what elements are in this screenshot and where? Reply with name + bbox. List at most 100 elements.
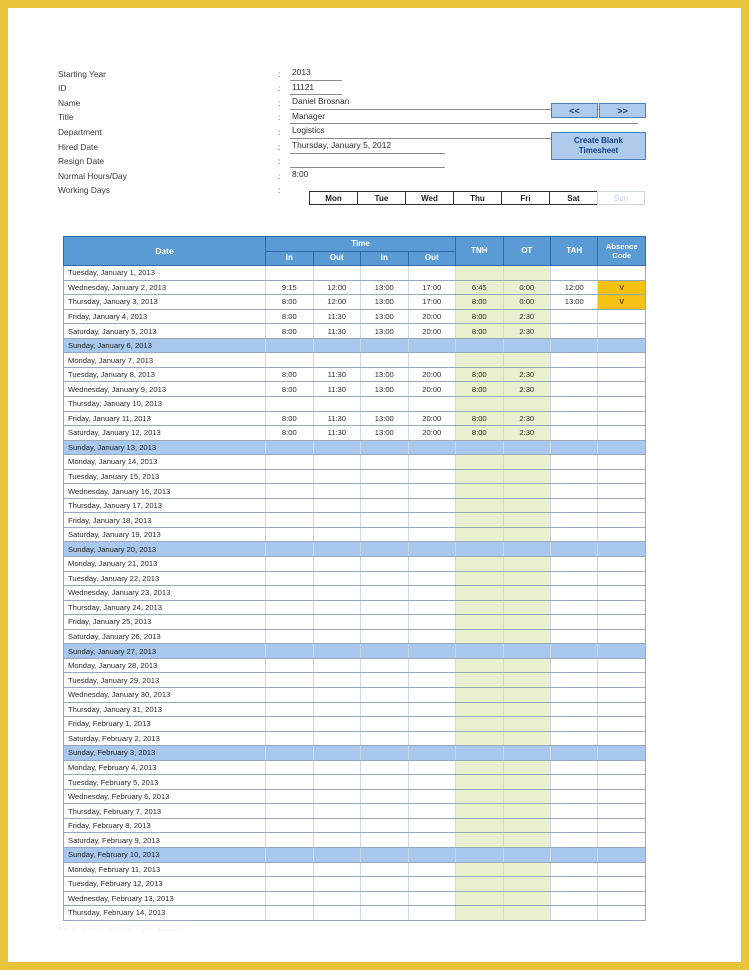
cell-in1[interactable] <box>265 512 314 528</box>
cell-abs[interactable] <box>597 774 646 790</box>
cell-in1[interactable] <box>265 396 314 412</box>
cell-tnh[interactable] <box>455 483 504 499</box>
cell-in2[interactable]: 13:00 <box>360 323 409 339</box>
cell-tah[interactable] <box>550 411 599 427</box>
cell-ot[interactable]: 2:30 <box>503 309 552 325</box>
cell-out1[interactable]: 11:30 <box>313 425 362 441</box>
cell-tnh[interactable] <box>455 512 504 528</box>
cell-ot[interactable] <box>503 571 552 587</box>
cell-out2[interactable] <box>408 352 457 368</box>
cell-ot[interactable] <box>503 891 552 907</box>
cell-in1[interactable] <box>265 803 314 819</box>
cell-ot[interactable] <box>503 585 552 601</box>
cell-in2[interactable] <box>360 541 409 558</box>
cell-abs[interactable] <box>597 818 646 834</box>
cell-abs[interactable] <box>597 600 646 616</box>
cell-tnh[interactable] <box>455 600 504 616</box>
cell-out1[interactable] <box>313 454 362 470</box>
cell-ot[interactable] <box>503 469 552 485</box>
cell-out2[interactable] <box>408 774 457 790</box>
cell-in1[interactable] <box>265 571 314 587</box>
cell-out2[interactable] <box>408 745 457 761</box>
cell-out1[interactable] <box>313 512 362 528</box>
cell-ot[interactable] <box>503 774 552 790</box>
cell-tnh[interactable] <box>455 338 504 354</box>
cell-tnh[interactable]: 8:00 <box>455 411 504 427</box>
cell-tnh[interactable] <box>455 803 504 819</box>
cell-tnh[interactable] <box>455 527 504 543</box>
cell-out2[interactable] <box>408 818 457 834</box>
cell-out2[interactable]: 20:00 <box>408 323 457 339</box>
cell-ot[interactable]: 0:00 <box>503 280 552 296</box>
cell-out1[interactable] <box>313 265 362 281</box>
cell-tah[interactable] <box>550 556 599 572</box>
cell-abs[interactable] <box>597 891 646 907</box>
cell-tah[interactable] <box>550 571 599 587</box>
cell-in2[interactable] <box>360 265 409 281</box>
cell-in2[interactable] <box>360 469 409 485</box>
cell-tnh[interactable]: 8:00 <box>455 294 504 310</box>
cell-abs[interactable] <box>597 862 646 878</box>
cell-tah[interactable] <box>550 731 599 747</box>
cell-out2[interactable]: 17:00 <box>408 280 457 296</box>
cell-tah[interactable] <box>550 905 599 921</box>
cell-tah[interactable] <box>550 891 599 907</box>
cell-ot[interactable] <box>503 512 552 528</box>
cell-out1[interactable]: 11:30 <box>313 367 362 383</box>
cell-in1[interactable] <box>265 643 314 659</box>
cell-in1[interactable] <box>265 760 314 776</box>
cell-out2[interactable] <box>408 338 457 354</box>
cell-in2[interactable] <box>360 338 409 354</box>
cell-out1[interactable] <box>313 774 362 790</box>
cell-in2[interactable] <box>360 512 409 528</box>
cell-in1[interactable] <box>265 498 314 514</box>
cell-out2[interactable]: 20:00 <box>408 411 457 427</box>
cell-out1[interactable] <box>313 658 362 674</box>
cell-in2[interactable] <box>360 745 409 761</box>
cell-out1[interactable] <box>313 905 362 921</box>
cell-abs[interactable] <box>597 440 646 456</box>
cell-tah[interactable] <box>550 600 599 616</box>
cell-tnh[interactable]: 8:00 <box>455 323 504 339</box>
cell-ot[interactable] <box>503 352 552 368</box>
cell-in1[interactable]: 8:00 <box>265 367 314 383</box>
cell-abs[interactable] <box>597 338 646 354</box>
cell-abs[interactable] <box>597 731 646 747</box>
cell-tah[interactable] <box>550 323 599 339</box>
cell-out1[interactable] <box>313 571 362 587</box>
cell-abs[interactable] <box>597 702 646 718</box>
cell-out2[interactable] <box>408 716 457 732</box>
cell-tnh[interactable] <box>455 876 504 892</box>
cell-in1[interactable] <box>265 469 314 485</box>
cell-out1[interactable] <box>313 745 362 761</box>
cell-out2[interactable] <box>408 876 457 892</box>
cell-out2[interactable] <box>408 847 457 863</box>
working-day-sat[interactable]: Sat <box>549 191 597 205</box>
cell-abs[interactable] <box>597 687 646 703</box>
cell-abs[interactable] <box>597 745 646 761</box>
cell-in2[interactable] <box>360 527 409 543</box>
cell-tnh[interactable] <box>455 716 504 732</box>
cell-ot[interactable]: 2:30 <box>503 425 552 441</box>
cell-out2[interactable] <box>408 862 457 878</box>
cell-ot[interactable] <box>503 600 552 616</box>
cell-out1[interactable]: 11:30 <box>313 309 362 325</box>
working-day-sun[interactable]: Sun <box>597 191 645 205</box>
cell-tnh[interactable] <box>455 847 504 863</box>
cell-abs[interactable] <box>597 352 646 368</box>
cell-in2[interactable] <box>360 454 409 470</box>
cell-in1[interactable] <box>265 483 314 499</box>
cell-in2[interactable] <box>360 556 409 572</box>
cell-abs[interactable] <box>597 411 646 427</box>
cell-abs[interactable] <box>597 571 646 587</box>
cell-in2[interactable] <box>360 629 409 645</box>
cell-in1[interactable] <box>265 585 314 601</box>
cell-abs[interactable] <box>597 672 646 688</box>
cell-abs[interactable] <box>597 527 646 543</box>
cell-in2[interactable]: 13:00 <box>360 367 409 383</box>
cell-out2[interactable] <box>408 396 457 412</box>
cell-tah[interactable] <box>550 672 599 688</box>
cell-out1[interactable] <box>313 483 362 499</box>
cell-tah[interactable] <box>550 687 599 703</box>
cell-in2[interactable] <box>360 818 409 834</box>
